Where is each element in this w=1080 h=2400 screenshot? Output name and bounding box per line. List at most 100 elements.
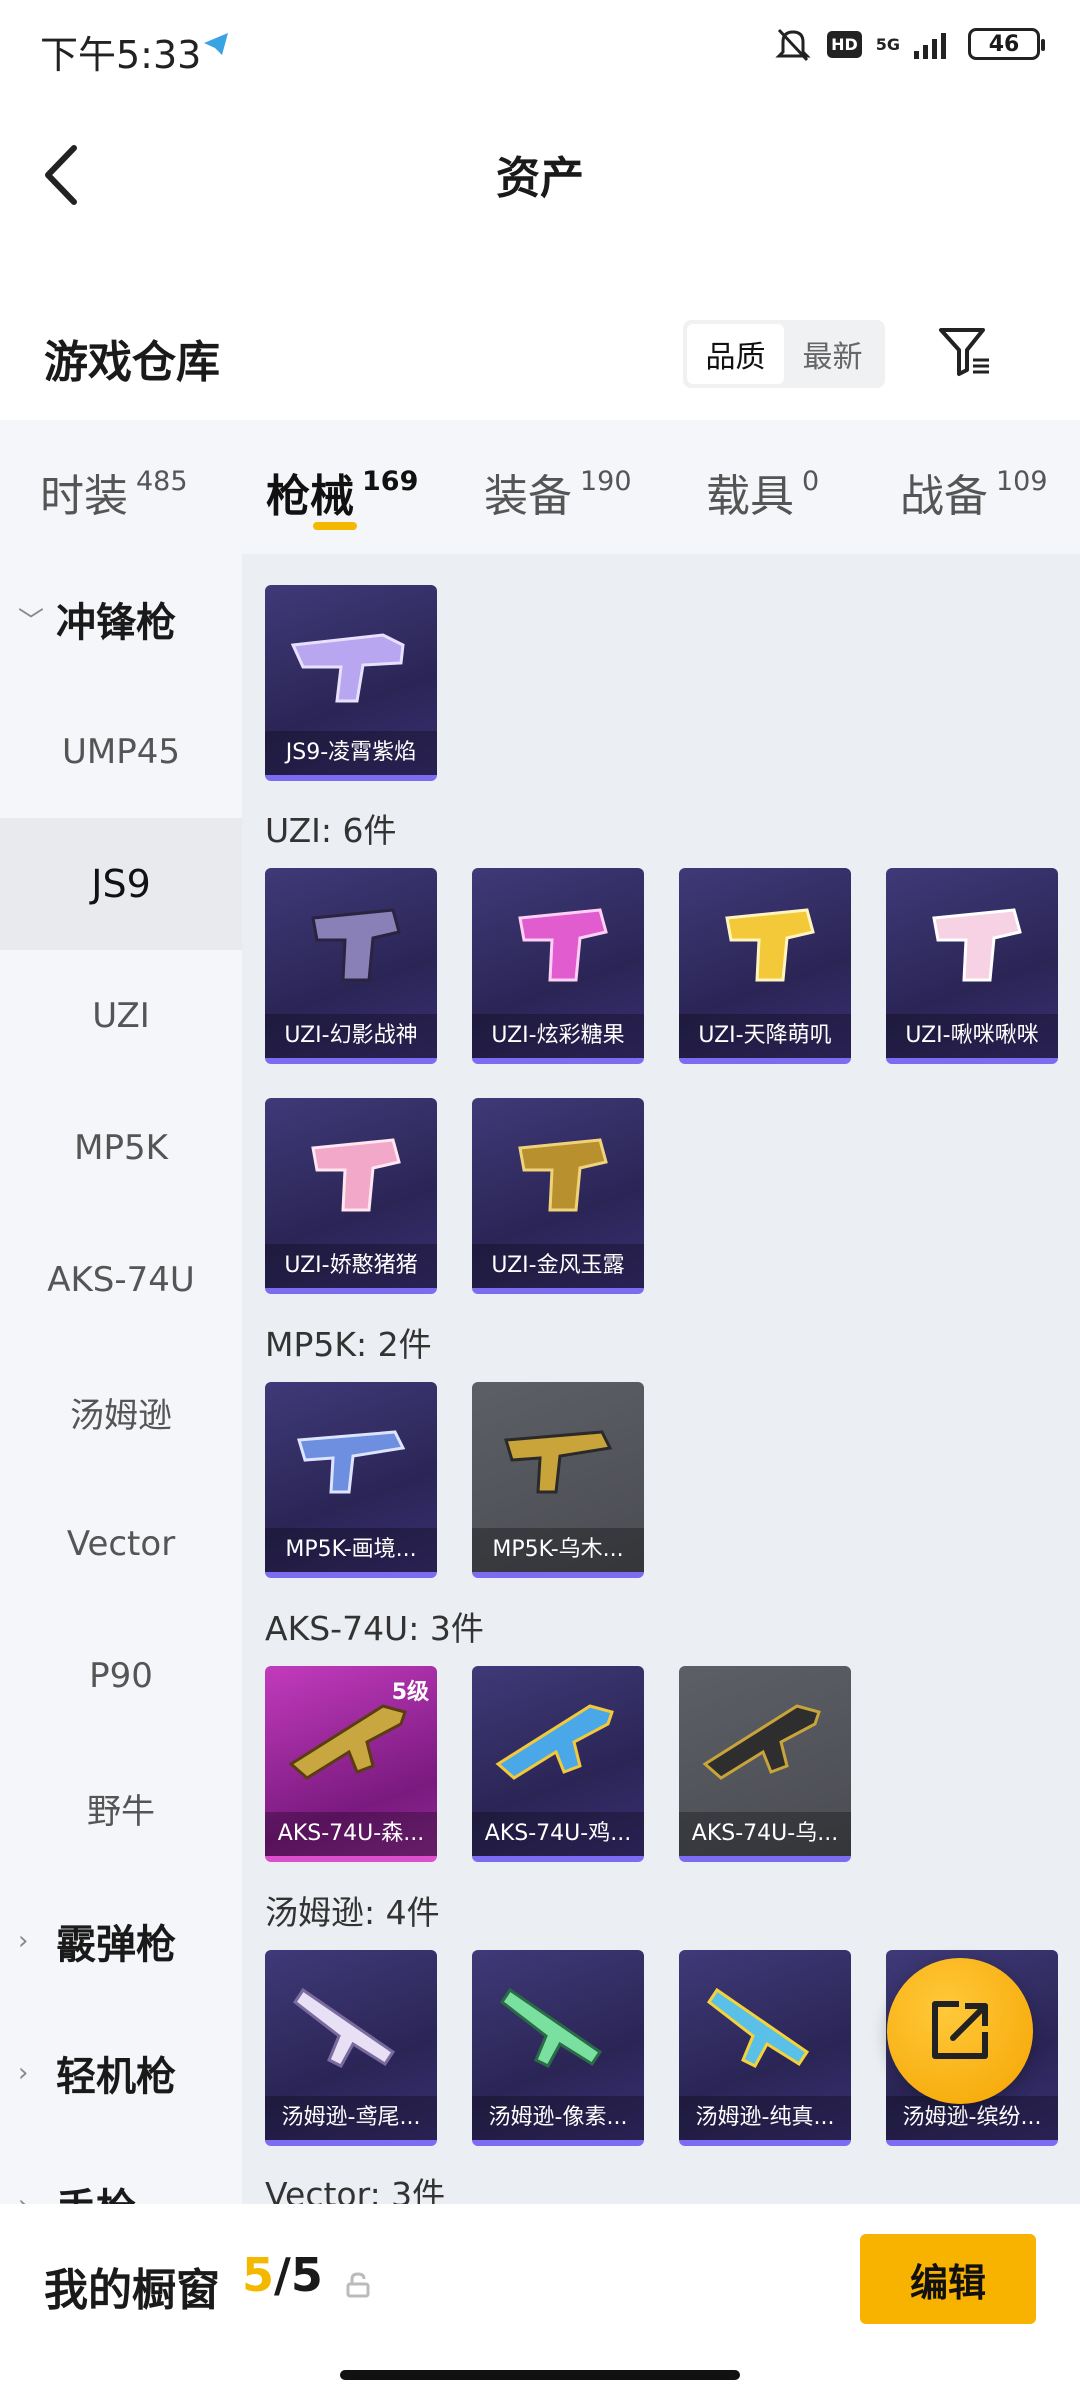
weapon-grid: JS9-凌霄紫焰 UZI: 6件 UZI-幻影战神 UZI-炫彩糖果 UZI-天…	[242, 554, 1080, 2204]
rifle-icon	[495, 1704, 614, 1780]
sidebar-item-vector[interactable]: Vector	[0, 1478, 242, 1610]
mute-bell-icon	[775, 28, 811, 62]
sidebar-item-mp5k[interactable]: MP5K	[0, 1082, 242, 1214]
section-title-thompson: 汤姆逊: 4件	[265, 1893, 440, 1932]
skin-card[interactable]: 5级 AKS-74U-森...	[265, 1666, 437, 1862]
skin-name: UZI-啾咪啾咪	[886, 1014, 1058, 1058]
smg-icon	[297, 1430, 406, 1494]
rifle-icon	[702, 1704, 821, 1780]
tab-guns[interactable]: 枪械 169	[266, 460, 418, 524]
sidebar-group-label: 霰弹枪	[56, 1922, 176, 1968]
sidebar-item-uzi[interactable]: UZI	[0, 950, 242, 1082]
sidebar-group-pistol[interactable]: › 手枪	[0, 2140, 242, 2204]
rifle-icon	[499, 1987, 603, 2068]
skin-card[interactable]: UZI-炫彩糖果	[472, 868, 644, 1064]
tab-count: 190	[580, 466, 632, 497]
rifle-icon	[706, 1987, 810, 2068]
skin-name: UZI-炫彩糖果	[472, 1014, 644, 1058]
smg-icon	[518, 908, 608, 982]
showcase-title: 我的橱窗	[44, 2265, 220, 2316]
skin-name: MP5K-乌木...	[472, 1528, 644, 1572]
status-icons: HD 5G 46	[773, 26, 1045, 62]
battery-level: 46	[988, 31, 1020, 57]
showcase-total: /5	[274, 2248, 323, 2302]
skin-card[interactable]: 汤姆逊-像素...	[472, 1950, 644, 2146]
tab-fashion[interactable]: 时装 485	[40, 460, 188, 524]
section-title-vector: Vector: 3件	[265, 2175, 446, 2204]
tab-label: 枪械	[266, 471, 354, 522]
skin-name: 汤姆逊-鸢尾...	[265, 2096, 437, 2140]
section-title-uzi: UZI: 6件	[265, 811, 397, 850]
smg-icon	[311, 908, 401, 982]
sidebar-item-ump45[interactable]: UMP45	[0, 686, 242, 818]
skin-card[interactable]: JS9-凌霄紫焰	[265, 585, 437, 781]
tab-gear[interactable]: 战备 109	[900, 460, 1048, 524]
tab-count: 169	[362, 466, 419, 497]
lock-icon	[346, 2272, 370, 2298]
edit-button[interactable]: 编辑	[860, 2234, 1036, 2324]
weapon-sidebar: ﹀ 冲锋枪 UMP45 JS9 UZI MP5K AKS-74U 汤姆逊 Vect…	[0, 554, 242, 2204]
status-bar: 下午5:33 HD 5G 46	[0, 0, 1080, 96]
filter-icon[interactable]	[935, 322, 995, 382]
skin-name: 汤姆逊-纯真...	[679, 2096, 851, 2140]
sort-quality-button[interactable]: 品质	[687, 324, 784, 384]
category-tabs: 时装 485 枪械 169 装备 190 载具 0 战备 109	[0, 420, 1080, 554]
clock: 下午5:33	[40, 33, 202, 77]
sort-toggle: 品质 最新	[683, 320, 885, 388]
skin-card[interactable]: 汤姆逊-鸢尾...	[265, 1950, 437, 2146]
skin-name: 汤姆逊-像素...	[472, 2096, 644, 2140]
skin-name: AKS-74U-鸡...	[472, 1812, 644, 1856]
skin-card[interactable]: AKS-74U-乌...	[679, 1666, 851, 1862]
tab-label: 装备	[484, 471, 572, 522]
tab-label: 战备	[900, 471, 988, 522]
tab-count: 0	[802, 466, 820, 497]
home-indicator[interactable]	[340, 2370, 740, 2380]
sidebar-item-thompson[interactable]: 汤姆逊	[0, 1346, 242, 1478]
skin-name: UZI-天降萌叽	[679, 1014, 851, 1058]
smg-icon	[932, 908, 1022, 982]
sidebar-item-bison[interactable]: 野牛	[0, 1742, 242, 1874]
hd-badge: HD	[827, 30, 862, 58]
battery-icon: 46	[968, 28, 1045, 60]
chevron-down-icon: ﹀	[18, 606, 45, 637]
section-title-aks74u: AKS-74U: 3件	[265, 1609, 484, 1648]
sort-newest-button[interactable]: 最新	[784, 324, 881, 384]
tab-equipment[interactable]: 装备 190	[484, 460, 632, 524]
showcase-count: 5/5	[242, 2248, 323, 2302]
rifle-icon	[292, 1987, 396, 2068]
sidebar-group-label: 轻机枪	[56, 2054, 176, 2100]
skin-card[interactable]: UZI-金风玉露	[472, 1098, 644, 1294]
skin-card[interactable]: MP5K-乌木...	[472, 1382, 644, 1578]
skin-name: UZI-幻影战神	[265, 1014, 437, 1058]
tab-vehicles[interactable]: 载具 0	[706, 460, 819, 524]
skin-name: MP5K-画境...	[265, 1528, 437, 1572]
tab-label: 时装	[40, 471, 128, 522]
chevron-right-icon: ›	[18, 1926, 29, 1956]
skin-name: JS9-凌霄紫焰	[265, 731, 437, 775]
sidebar-group-label: 冲锋枪	[56, 600, 176, 646]
sidebar-group-lmg[interactable]: › 轻机枪	[0, 2008, 242, 2138]
tab-count: 485	[136, 466, 188, 497]
chevron-right-icon: ›	[18, 2190, 28, 2204]
skin-card[interactable]: UZI-啾咪啾咪	[886, 868, 1058, 1064]
sidebar-group-shotgun[interactable]: › 霰弹枪	[0, 1876, 242, 2006]
skin-card[interactable]: MP5K-画境...	[265, 1382, 437, 1578]
smg-icon	[504, 1430, 613, 1494]
skin-card[interactable]: UZI-天降萌叽	[679, 868, 851, 1064]
share-button[interactable]	[887, 1958, 1033, 2104]
sidebar-item-aks74u[interactable]: AKS-74U	[0, 1214, 242, 1346]
sidebar-item-js9[interactable]: JS9	[0, 818, 242, 950]
chevron-right-icon: ›	[18, 2058, 29, 2088]
skin-card[interactable]: UZI-幻影战神	[265, 868, 437, 1064]
skin-card[interactable]: UZI-娇憨猪猪	[265, 1098, 437, 1294]
smg-icon	[290, 633, 405, 703]
tab-count: 109	[996, 466, 1048, 497]
skin-card[interactable]: AKS-74U-鸡...	[472, 1666, 644, 1862]
skin-card[interactable]: 汤姆逊-纯真...	[679, 1950, 851, 2146]
showcase-current: 5	[242, 2248, 275, 2302]
sidebar-item-p90[interactable]: P90	[0, 1610, 242, 1742]
sidebar-group-smg[interactable]: ﹀ 冲锋枪	[0, 554, 242, 684]
signal-icon	[914, 33, 946, 59]
skin-name: AKS-74U-乌...	[679, 1812, 851, 1856]
tab-label: 载具	[706, 471, 794, 522]
